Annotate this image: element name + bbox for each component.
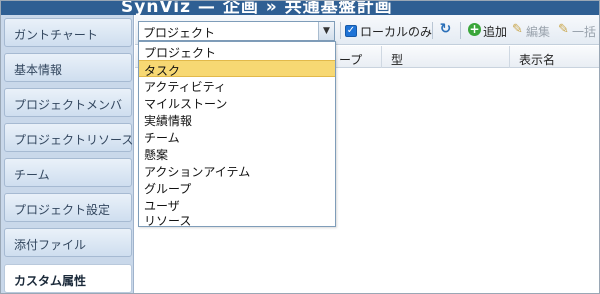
sidebar-item-custom-attributes[interactable]: カスタム属性 (4, 264, 132, 293)
column-header-display-name[interactable]: 表示名 (519, 51, 555, 68)
sidebar-item-gantt-chart[interactable]: ガントチャート (4, 18, 132, 47)
dropdown-option-group[interactable]: グループ (139, 179, 335, 196)
dropdown-option-actuals[interactable]: 実績情報 (139, 111, 335, 128)
dropdown-option-resource[interactable]: リソース (139, 211, 335, 228)
edit-button[interactable]: 編集 (526, 23, 550, 40)
dropdown-option-activity[interactable]: アクティビティ (139, 77, 335, 94)
edit-icon: ✎ (512, 22, 523, 37)
column-divider (381, 46, 382, 68)
app-title: SynViz — 企画 » 共通基盤計画 (121, 1, 393, 15)
type-dropdown-list: プロジェクト タスク アクティビティ マイルストーン 実績情報 チーム 懸案 ア… (138, 41, 336, 228)
add-icon[interactable]: + (468, 23, 481, 36)
dropdown-option-milestone[interactable]: マイルストーン (139, 94, 335, 111)
column-header-type[interactable]: 型 (391, 51, 403, 68)
sidebar-item-basic-info[interactable]: 基本情報 (4, 53, 132, 82)
bulk-edit-icon: ✎ (558, 22, 569, 37)
toolbar-divider (460, 22, 461, 39)
dropdown-option-task[interactable]: タスク (139, 60, 335, 78)
sidebar-item-team[interactable]: チーム (4, 158, 132, 187)
dropdown-option-issue[interactable]: 懸案 (139, 145, 335, 162)
add-button[interactable]: 追加 (483, 23, 507, 40)
sidebar: ガントチャート 基本情報 プロジェクトメンバ プロジェクトリソース チーム プロ… (1, 15, 134, 293)
toolbar-divider (432, 22, 433, 39)
toolbar-divider (340, 22, 341, 39)
sidebar-item-project-settings[interactable]: プロジェクト設定 (4, 193, 132, 222)
column-divider (509, 46, 510, 68)
sidebar-item-project-resources[interactable]: プロジェクトリソース (4, 123, 133, 152)
sidebar-item-project-members[interactable]: プロジェクトメンバ (4, 88, 132, 117)
app-window: SynViz — 企画 » 共通基盤計画 ガントチャート 基本情報 プロジェクト… (0, 0, 600, 294)
local-only-checkbox[interactable]: ✓ (345, 25, 357, 37)
dropdown-option-action-item[interactable]: アクションアイテム (139, 162, 335, 179)
bulk-edit-button[interactable]: 一括 (572, 23, 596, 40)
type-select[interactable]: プロジェクト ▼ (138, 21, 335, 41)
dropdown-option-project[interactable]: プロジェクト (139, 43, 335, 60)
dropdown-option-team[interactable]: チーム (139, 128, 335, 145)
column-header-group[interactable]: ープ (339, 51, 362, 68)
refresh-icon[interactable]: ↻ (438, 22, 453, 37)
sidebar-item-attachments[interactable]: 添付ファイル (4, 228, 132, 257)
title-bar: SynViz — 企画 » 共通基盤計画 (1, 1, 599, 15)
chevron-down-icon[interactable]: ▼ (318, 22, 334, 40)
local-only-label: ローカルのみ (360, 25, 433, 39)
type-select-value: プロジェクト (143, 26, 216, 40)
